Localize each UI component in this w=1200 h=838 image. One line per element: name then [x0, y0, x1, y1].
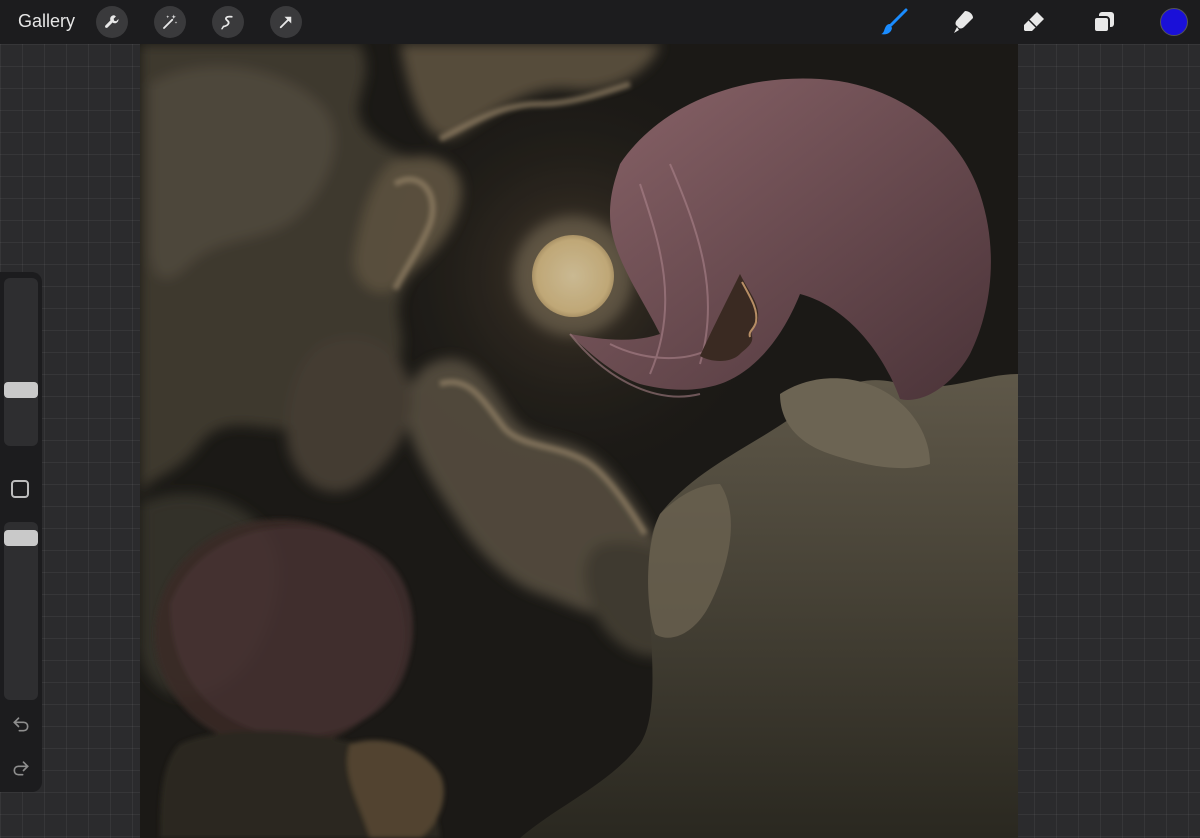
wrench-icon[interactable] [96, 6, 128, 38]
gallery-button[interactable]: Gallery [18, 11, 75, 32]
current-color-swatch[interactable] [1160, 8, 1188, 36]
layers-icon[interactable] [1088, 6, 1120, 38]
brush-size-thumb[interactable] [4, 382, 38, 398]
left-sidebar [0, 272, 42, 792]
eraser-icon[interactable] [1018, 6, 1050, 38]
artwork [140, 44, 1018, 838]
smudge-icon[interactable] [948, 6, 980, 38]
undo-icon[interactable] [9, 712, 33, 736]
top-toolbar: Gallery [0, 0, 1200, 44]
redo-icon[interactable] [9, 756, 33, 780]
magic-wand-icon[interactable] [154, 6, 186, 38]
modify-square-icon[interactable] [11, 480, 29, 498]
brush-icon[interactable] [878, 6, 910, 38]
drawing-canvas[interactable] [140, 44, 1018, 838]
opacity-slider[interactable] [4, 522, 38, 700]
selection-icon[interactable] [212, 6, 244, 38]
brush-size-slider[interactable] [4, 278, 38, 446]
opacity-thumb[interactable] [4, 530, 38, 546]
transform-arrow-icon[interactable] [270, 6, 302, 38]
